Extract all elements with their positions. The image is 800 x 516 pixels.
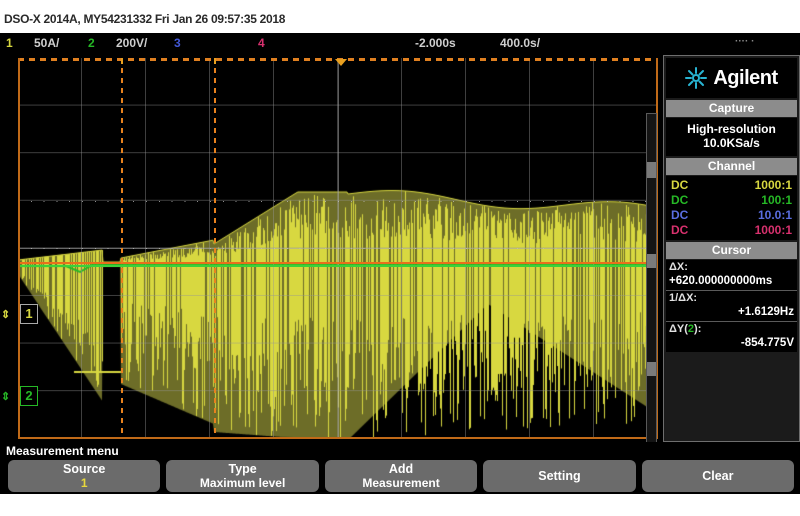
cursor-dy-label: ΔY(2):	[669, 323, 794, 336]
channel-2-badge[interactable]: 2	[20, 386, 38, 406]
channel-row-3[interactable]: DC 10.0:1	[669, 208, 794, 223]
right-sidebar: Agilent Capture High-resolution 10.0KSa/…	[663, 55, 800, 442]
scrollbar-thumb-1[interactable]	[647, 162, 656, 178]
channel-2-coupling: DC	[671, 193, 689, 207]
softkey-source-value: 1	[80, 476, 88, 490]
brand-logo: Agilent	[666, 58, 797, 98]
channel-section-header: Channel	[666, 158, 797, 175]
status-channel-1-number[interactable]: 1	[6, 36, 13, 50]
softkey-setting[interactable]: Setting	[483, 460, 636, 492]
capture-sample-rate[interactable]: 10.0KSa/s	[669, 136, 794, 154]
graticule-ticks-upper	[18, 201, 658, 202]
softkey-type-label: Type	[228, 462, 257, 476]
status-channel-3-number[interactable]: 3	[174, 36, 181, 50]
channel-4-ratio: 1000:1	[754, 223, 792, 237]
softkey-row: Source 1 Type Maximum level Add Measurem…	[8, 460, 795, 492]
cursor-y1-orange[interactable]	[18, 262, 658, 264]
status-bar: 1 50A/ 2 200V/ 3 4 -2.000s 400.0s/ ···· …	[0, 33, 800, 55]
channel-3-ratio: 10.0:1	[757, 208, 792, 222]
trigger-marker[interactable]	[335, 59, 347, 66]
starburst-icon	[685, 67, 708, 89]
screen-footer	[0, 494, 800, 516]
cursor-dx-label: ΔX:	[669, 261, 688, 273]
cursor-invdx-label: 1/ΔX:	[669, 292, 698, 304]
cursor-dy-label-post: ):	[694, 323, 702, 335]
status-right-hint: ···· ·	[735, 36, 755, 47]
menu-title: Measurement menu	[6, 444, 119, 458]
channel-1-ratio: 1000:1	[754, 178, 792, 192]
status-channel-4-number[interactable]: 4	[258, 36, 265, 50]
softkey-type[interactable]: Type Maximum level	[166, 460, 319, 492]
instrument-title: DSO-X 2014A, MY54231332 Fri Jan 26 09:57…	[0, 12, 800, 32]
status-channel-2-number[interactable]: 2	[88, 36, 95, 50]
channel-1-badge[interactable]: 1	[20, 304, 38, 324]
cursor-dy-block[interactable]: ΔY(2): -854.775V	[666, 322, 797, 352]
channel-3-coupling: DC	[671, 208, 689, 222]
channel-row-1[interactable]: DC 1000:1	[669, 178, 794, 193]
cursor-section-header: Cursor	[666, 242, 797, 259]
cursor-y2-green[interactable]	[18, 265, 658, 267]
channel-row-2[interactable]: DC 100:1	[669, 193, 794, 208]
ground-marker-ch1[interactable]: ⇕	[0, 305, 18, 321]
ground-arrow-ch2-icon: ⇕	[1, 391, 11, 403]
softkey-source[interactable]: Source 1	[8, 460, 161, 492]
softkey-source-label: Source	[63, 462, 106, 476]
oscilloscope-screen: DSO-X 2014A, MY54231332 Fri Jan 26 09:57…	[0, 0, 800, 516]
softkey-menu: Measurement menu Source 1 Type Maximum l…	[0, 442, 800, 494]
ground-arrow-ch1-icon: ⇕	[1, 309, 11, 321]
cursor-invdx-value: +1.6129Hz	[738, 306, 794, 318]
softkey-clear-label: Clear	[702, 469, 734, 483]
scrollbar-thumb-3[interactable]	[647, 362, 656, 376]
cursor-dx-value: +620.000000000ms	[669, 275, 773, 287]
capture-section-header: Capture	[666, 100, 797, 117]
cursor-dy-value: -854.775V	[740, 337, 794, 349]
status-delay[interactable]: -2.000s	[415, 36, 456, 50]
channel-2-ratio: 100:1	[761, 193, 792, 207]
graticule-center-ticks	[18, 248, 658, 249]
status-timebase[interactable]: 400.0s/	[500, 36, 540, 50]
softkey-type-value: Maximum level	[199, 476, 286, 490]
softkey-clear[interactable]: Clear	[641, 460, 795, 492]
cursor-section-body: ΔX: +620.000000000ms 1/ΔX: +1.6129Hz ΔY(…	[666, 260, 797, 352]
channel-section-body: DC 1000:1 DC 100:1 DC 10.0:1 DC 1000:1	[666, 176, 797, 240]
softkey-add-value: Measurement	[362, 476, 440, 490]
channel-4-coupling: DC	[671, 223, 689, 237]
trigger-tick-left	[121, 58, 123, 64]
ground-marker-ch2[interactable]: ⇕	[0, 387, 18, 403]
softkey-add-measurement[interactable]: Add Measurement	[324, 460, 478, 492]
channel-1-coupling: DC	[671, 178, 689, 192]
channel-row-4[interactable]: DC 1000:1	[669, 223, 794, 238]
acquisition-frame-left	[18, 58, 20, 439]
cursor-dx-block[interactable]: ΔX: +620.000000000ms	[666, 260, 797, 291]
capture-section-body: High-resolution 10.0KSa/s	[666, 118, 797, 156]
softkey-add-label: Add	[388, 462, 414, 476]
brand-name: Agilent	[713, 66, 778, 89]
cursor-dy-label-pre: ΔY(	[669, 323, 688, 335]
graticule-area[interactable]	[18, 58, 658, 439]
cursor-x2[interactable]	[214, 58, 216, 439]
scrollbar-thumb-2[interactable]	[647, 254, 656, 268]
cursor-x1[interactable]	[121, 58, 123, 439]
trigger-tick-right	[214, 58, 216, 64]
softkey-setting-label: Setting	[538, 469, 581, 483]
status-channel-1-scale[interactable]: 50A/	[34, 36, 59, 50]
acquisition-frame-bottom	[18, 437, 658, 439]
sidebar-scrollbar[interactable]	[646, 113, 657, 494]
cursor-invdx-block[interactable]: 1/ΔX: +1.6129Hz	[666, 291, 797, 322]
status-channel-2-scale[interactable]: 200V/	[116, 36, 147, 50]
